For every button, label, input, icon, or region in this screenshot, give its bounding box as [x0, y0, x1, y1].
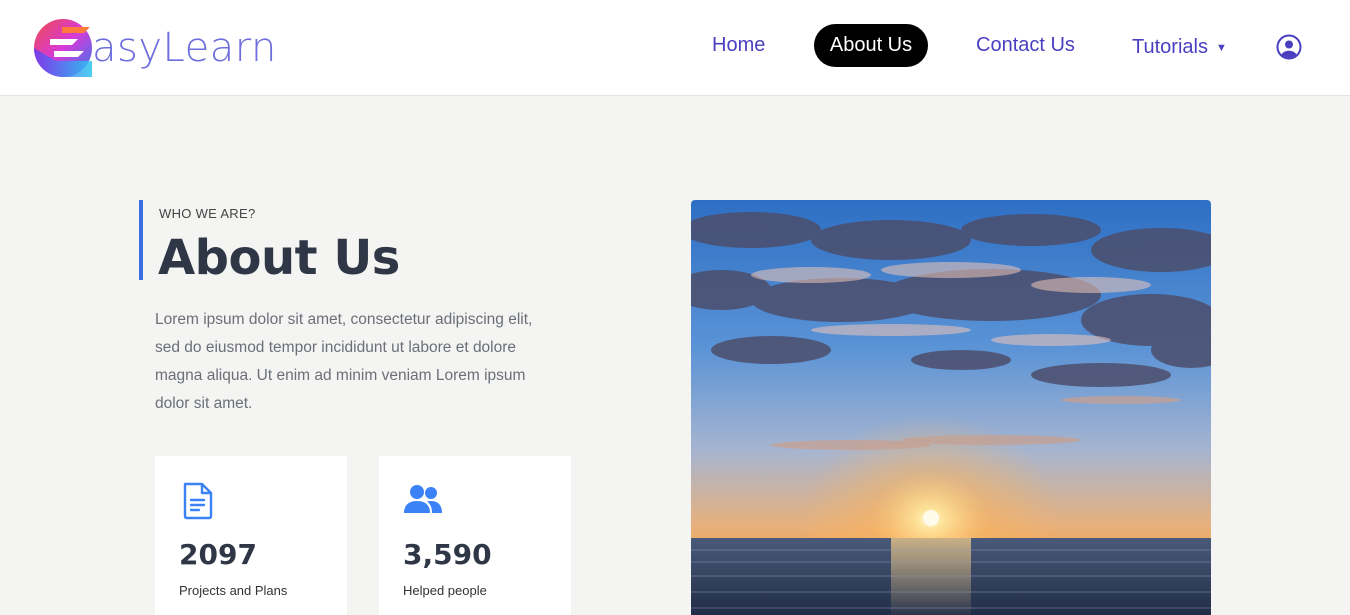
- eyebrow-accent-bar: [139, 200, 143, 280]
- stat-card-helped-people: 3,590 Helped people: [379, 456, 571, 615]
- sunset-photo-illustration: [691, 200, 1211, 615]
- nav-tutorials-label: Tutorials: [1132, 36, 1208, 58]
- caret-down-icon: ▼: [1215, 41, 1227, 54]
- nav-contact-us[interactable]: Contact Us: [976, 24, 1075, 67]
- sunset-ocean-photo: [691, 200, 1211, 615]
- nav-about-us-active[interactable]: About Us: [814, 24, 928, 67]
- about-paragraph: Lorem ipsum dolor sit amet, consectetur …: [155, 311, 533, 412]
- section-eyebrow: WHO WE ARE?: [159, 206, 256, 221]
- users-icon: [404, 485, 442, 513]
- stat-value: 3,590: [403, 538, 492, 571]
- brand-logo[interactable]: asyLearn: [32, 16, 277, 80]
- brand-name: asyLearn: [92, 25, 277, 71]
- stat-value: 2097: [179, 538, 257, 571]
- stat-label: Projects and Plans: [179, 583, 288, 598]
- nav-tutorials-dropdown[interactable]: Tutorials ▼: [1132, 26, 1227, 69]
- site-header: asyLearn Home About Us Contact Us Tutori…: [0, 0, 1350, 96]
- user-circle-icon[interactable]: [1276, 34, 1302, 60]
- easylearn-logo-icon: [34, 19, 92, 77]
- stat-card-projects: 2097 Projects and Plans: [155, 456, 347, 615]
- nav-home[interactable]: Home: [712, 24, 765, 67]
- stat-label: Helped people: [403, 583, 487, 598]
- page-title: About Us: [158, 230, 400, 286]
- document-icon: [183, 482, 213, 520]
